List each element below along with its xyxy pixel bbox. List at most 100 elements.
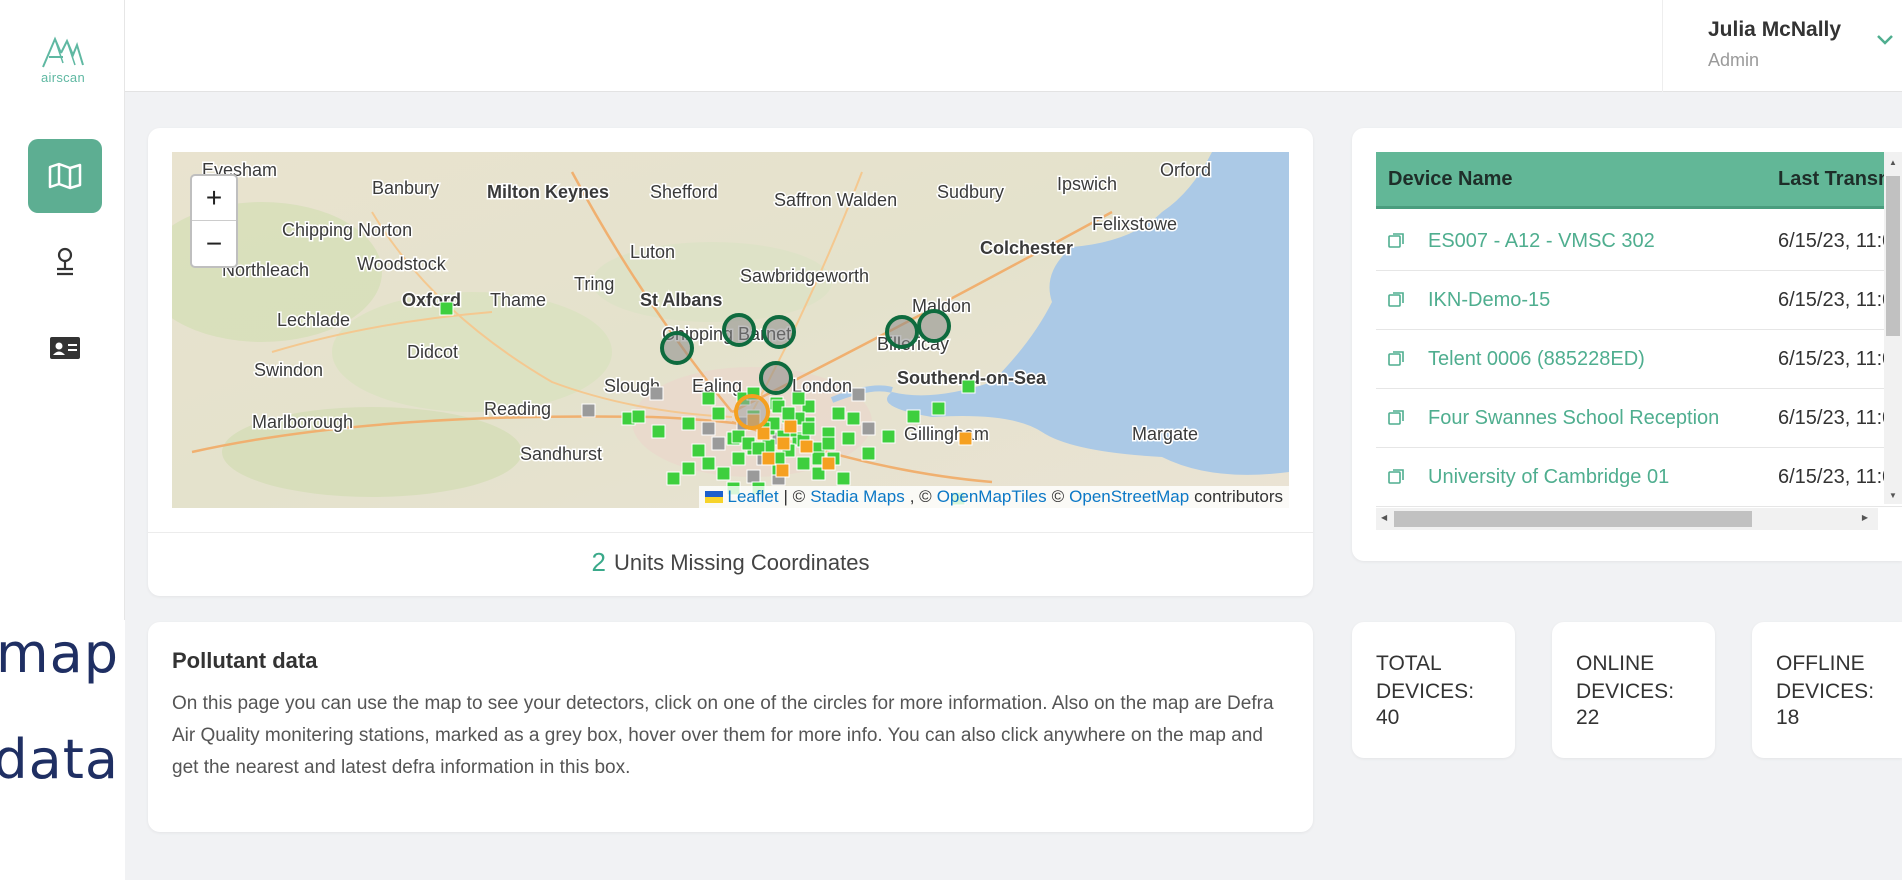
device-circle[interactable] [660, 331, 694, 365]
sensor-marker[interactable] [681, 461, 696, 476]
sensor-marker[interactable] [781, 406, 796, 421]
openmaptiles-link[interactable]: OpenMapTiles [937, 487, 1047, 507]
device-name-link[interactable]: University of Cambridge 01 [1428, 466, 1669, 489]
user-role: Admin [1708, 50, 1760, 70]
sensor-marker[interactable] [961, 379, 976, 394]
defra-station-marker[interactable] [746, 469, 761, 484]
sensor-marker[interactable] [701, 456, 716, 471]
defra-station-marker[interactable] [649, 386, 664, 401]
sensor-marker[interactable] [701, 391, 716, 406]
id-card-icon [50, 337, 80, 359]
sensor-marker[interactable] [799, 439, 814, 454]
map-place-label: Marlborough [252, 412, 353, 432]
defra-station-marker[interactable] [581, 403, 596, 418]
device-circle[interactable] [722, 313, 756, 347]
table-row[interactable]: ES007 - A12 - VMSC 302 6/15/23, 11:00 AM [1376, 212, 1902, 271]
table-row[interactable]: IKN-Demo-15 6/15/23, 11:00 AM [1376, 271, 1902, 330]
sensor-marker[interactable] [731, 451, 746, 466]
sidebar-item-devices[interactable] [28, 318, 102, 378]
defra-station-marker[interactable] [701, 421, 716, 436]
sensor-marker[interactable] [691, 443, 706, 458]
sensor-marker[interactable] [756, 426, 771, 441]
sensor-marker[interactable] [783, 419, 798, 434]
sensor-marker[interactable] [775, 463, 790, 478]
sensor-marker[interactable] [958, 431, 973, 446]
sensor-marker[interactable] [821, 436, 836, 451]
map-place-label: Margate [1132, 424, 1198, 444]
sensor-marker[interactable] [821, 456, 836, 471]
device-circle-warning[interactable] [734, 394, 770, 430]
logo-text: airscan [40, 70, 85, 85]
scroll-right-arrow-icon[interactable]: ▶ [1862, 513, 1868, 522]
sidebar: airscan [0, 0, 125, 620]
scroll-down-arrow-icon[interactable]: ▼ [1889, 491, 1897, 500]
scroll-up-arrow-icon[interactable]: ▲ [1889, 158, 1897, 167]
missing-label: Units Missing Coordinates [613, 549, 870, 575]
map-place-label: Colchester [980, 238, 1073, 258]
table-row[interactable]: Telent 0006 (885228ED) 6/15/23, 11:00 AM [1376, 330, 1902, 389]
sensor-marker[interactable] [681, 416, 696, 431]
table-row[interactable]: Four Swannes School Reception 6/15/23, 1… [1376, 389, 1902, 448]
chevron-down-icon[interactable] [1876, 34, 1894, 46]
table-vertical-scrollbar[interactable]: ▲ ▼ [1884, 152, 1902, 504]
device-circle[interactable] [885, 315, 919, 349]
zoom-in-button[interactable]: + [192, 176, 236, 221]
sensor-marker[interactable] [439, 301, 454, 316]
sidebar-item-sensors[interactable] [28, 232, 102, 292]
horizontal-scroll-thumb[interactable] [1394, 511, 1752, 527]
map-icon [48, 162, 82, 190]
sensor-marker[interactable] [716, 466, 731, 481]
device-name-link[interactable]: ES007 - A12 - VMSC 302 [1428, 230, 1655, 253]
map-canvas[interactable]: EveshamBanbury Milton Keynes Shefford Saffr… [172, 152, 1289, 508]
table-horizontal-scrollbar[interactable]: ◀ ▶ [1376, 508, 1878, 530]
scroll-left-arrow-icon[interactable]: ◀ [1381, 513, 1387, 522]
sensor-marker[interactable] [666, 471, 681, 486]
device-circle[interactable] [762, 315, 796, 349]
logo[interactable]: airscan [33, 35, 93, 85]
table-row[interactable]: University of Cambridge 01 6/15/23, 11:0… [1376, 448, 1902, 507]
map-place-label: Chipping Norton [282, 220, 412, 240]
stat-offline-devices: OFFLINE DEVICES: 18 [1752, 622, 1902, 758]
sensor-marker[interactable] [776, 436, 791, 451]
sensor-marker[interactable] [931, 401, 946, 416]
sidebar-item-map[interactable] [28, 139, 102, 213]
device-circle[interactable] [759, 361, 793, 395]
map-view[interactable]: Evesham Banbury Milton Keynes Shefford Saffr… [172, 152, 1289, 508]
sensor-marker[interactable] [836, 471, 851, 486]
sensor-marker[interactable] [881, 429, 896, 444]
device-circle[interactable] [917, 309, 951, 343]
sensor-marker[interactable] [711, 406, 726, 421]
stat-total-devices: TOTAL DEVICES: 40 [1352, 622, 1515, 758]
sensor-marker[interactable] [801, 421, 816, 436]
vertical-scroll-thumb[interactable] [1886, 176, 1900, 336]
sensor-marker[interactable] [861, 446, 876, 461]
pollutant-card: Pollutant data On this page you can use … [148, 622, 1313, 832]
sensor-marker[interactable] [846, 411, 861, 426]
zoom-out-button[interactable]: − [192, 221, 236, 266]
sensor-marker[interactable] [831, 406, 846, 421]
slide-caption-line1: map [0, 622, 119, 685]
stadia-link[interactable]: Stadia Maps [810, 487, 905, 507]
map-place-label: Thame [490, 290, 546, 310]
defra-station-marker[interactable] [711, 436, 726, 451]
sensor-marker[interactable] [791, 391, 806, 406]
zoom-control: + − [190, 174, 238, 268]
sensor-marker[interactable] [761, 451, 776, 466]
leaflet-link[interactable]: Leaflet [728, 487, 779, 507]
defra-station-marker[interactable] [861, 421, 876, 436]
sensor-marker[interactable] [796, 456, 811, 471]
device-name-link[interactable]: IKN-Demo-15 [1428, 289, 1550, 312]
device-name-link[interactable]: Telent 0006 (885228ED) [1428, 348, 1645, 371]
sensor-marker[interactable] [651, 424, 666, 439]
sensor-marker[interactable] [841, 431, 856, 446]
device-name-link[interactable]: Four Swannes School Reception [1428, 407, 1719, 430]
column-device-name[interactable]: Device Name [1388, 168, 1513, 191]
osm-link[interactable]: OpenStreetMap [1069, 487, 1189, 507]
missing-coordinates: 2 Units Missing Coordinates [148, 532, 1313, 592]
user-menu[interactable]: Julia McNally Admin [1662, 0, 1902, 92]
sensor-marker[interactable] [631, 409, 646, 424]
defra-station-marker[interactable] [851, 387, 866, 402]
map-place-label: Shefford [650, 182, 718, 202]
sensor-marker[interactable] [906, 409, 921, 424]
stat-online-devices: ONLINE DEVICES: 22 [1552, 622, 1715, 758]
